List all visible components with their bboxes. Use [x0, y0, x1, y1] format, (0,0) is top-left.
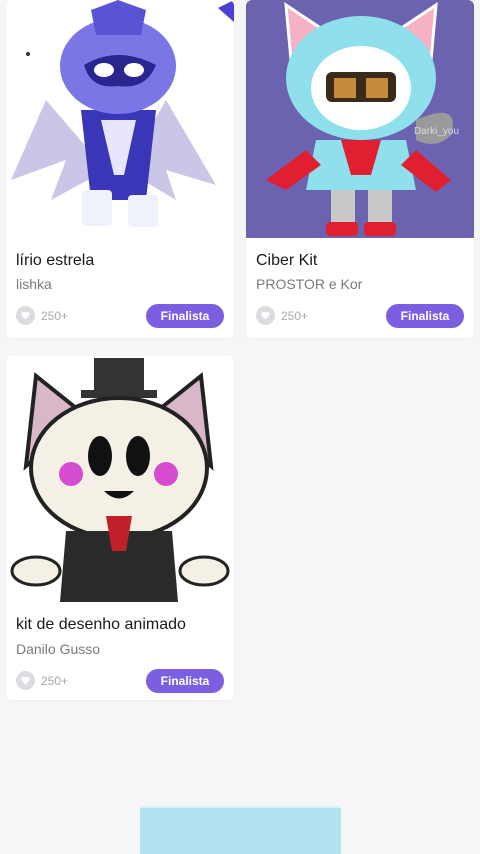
- artwork-image[interactable]: Darki_you: [246, 0, 474, 238]
- artwork-image[interactable]: [6, 356, 234, 602]
- like-counter[interactable]: 250+: [16, 671, 68, 690]
- artwork-image[interactable]: [6, 0, 234, 238]
- like-counter[interactable]: 250+: [256, 306, 308, 325]
- heart-icon[interactable]: [16, 306, 35, 325]
- finalist-badge: Finalista: [146, 304, 224, 328]
- artwork-author[interactable]: Danilo Gusso: [16, 641, 100, 657]
- like-count: 250+: [41, 673, 69, 688]
- artwork-title: kit de desenho animado: [16, 616, 186, 633]
- artwork-title: Ciber Kit: [256, 252, 318, 269]
- heart-icon[interactable]: [256, 306, 275, 325]
- finalist-badge: Finalista: [146, 669, 224, 693]
- artwork-card[interactable]: Darki_you Ciber Kit PROSTOR e Kor 250+ F…: [246, 0, 474, 338]
- artwork-author[interactable]: PROSTOR e Kor: [256, 276, 362, 292]
- artwork-title: lírio estrela: [16, 252, 95, 269]
- artwork-card[interactable]: lírio estrela lishka 250+ Finalista: [6, 0, 234, 338]
- artwork-author[interactable]: lishka: [16, 276, 52, 292]
- like-counter[interactable]: 250+: [16, 306, 68, 325]
- next-artwork-thumbnail[interactable]: [140, 806, 341, 854]
- heart-icon[interactable]: [16, 671, 35, 690]
- artwork-card[interactable]: kit de desenho animado Danilo Gusso 250+…: [6, 356, 234, 700]
- finalist-badge: Finalista: [386, 304, 464, 328]
- watermark-text: Darki_you: [414, 126, 459, 137]
- like-count: 250+: [281, 308, 309, 323]
- like-count: 250+: [41, 308, 69, 323]
